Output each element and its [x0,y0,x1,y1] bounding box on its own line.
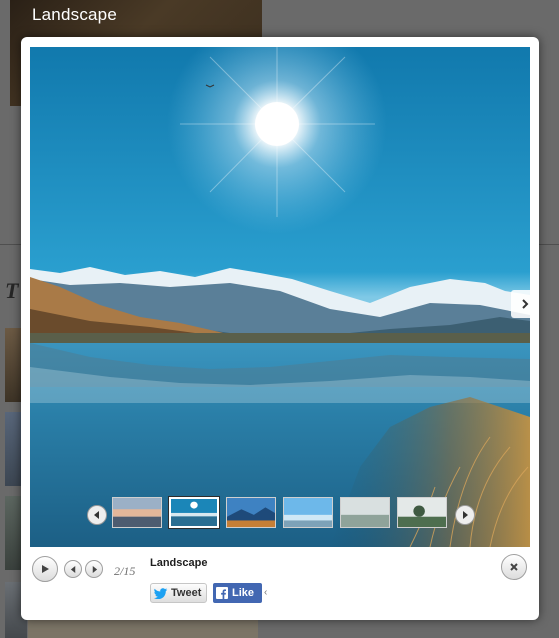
lightbox-dialog: 2/15 Landscape Tweet Like ‹ [21,37,539,620]
thumbnails-prev-button[interactable] [87,505,107,525]
image-counter: 2/15 [114,564,136,578]
thumb-sun-lake-icon [171,499,217,526]
play-icon [42,565,49,573]
like-button-label: Like [232,587,255,599]
thumbnail[interactable] [340,497,390,528]
chevron-right-icon [522,299,529,309]
triangle-left-icon [70,565,75,573]
background-heading-fragment: T [5,278,19,303]
thumb-misty-field-icon [341,498,389,527]
triangle-left-icon [94,511,99,519]
image-caption-title: Landscape [150,557,208,569]
thumb-blue-mountains-icon [227,498,275,527]
background-banner-title: Landscape [32,5,117,24]
triangle-right-icon [463,511,468,519]
thumb-tree-fog-icon [398,498,446,527]
tweet-button-label: Tweet [171,587,202,599]
facebook-like-button[interactable]: Like [213,583,262,603]
like-count-arrow: ‹ [264,587,268,598]
thumbnail[interactable] [112,497,162,528]
tweet-button[interactable]: Tweet [150,583,207,603]
thumbnail-active[interactable] [169,497,219,528]
slideshow-play-button[interactable] [32,556,58,582]
twitter-bird-icon [154,587,168,599]
thumbnail[interactable] [226,497,276,528]
next-image-arrow[interactable] [511,290,530,318]
triangle-right-icon [92,565,97,573]
next-image-button[interactable] [85,560,103,578]
previous-image-button[interactable] [64,560,82,578]
lightbox-image-stage [30,47,530,547]
thumb-sky-horizon-icon [284,498,332,527]
thumbnail[interactable] [397,497,447,528]
thumb-sunset-clouds-icon [113,498,161,527]
close-icon [510,563,518,571]
close-lightbox-button[interactable] [501,554,527,580]
thumbnails-next-button[interactable] [455,505,475,525]
background-tile-strip [28,620,258,638]
landscape-photo [30,47,530,547]
thumbnail[interactable] [283,497,333,528]
facebook-f-icon [216,587,228,599]
